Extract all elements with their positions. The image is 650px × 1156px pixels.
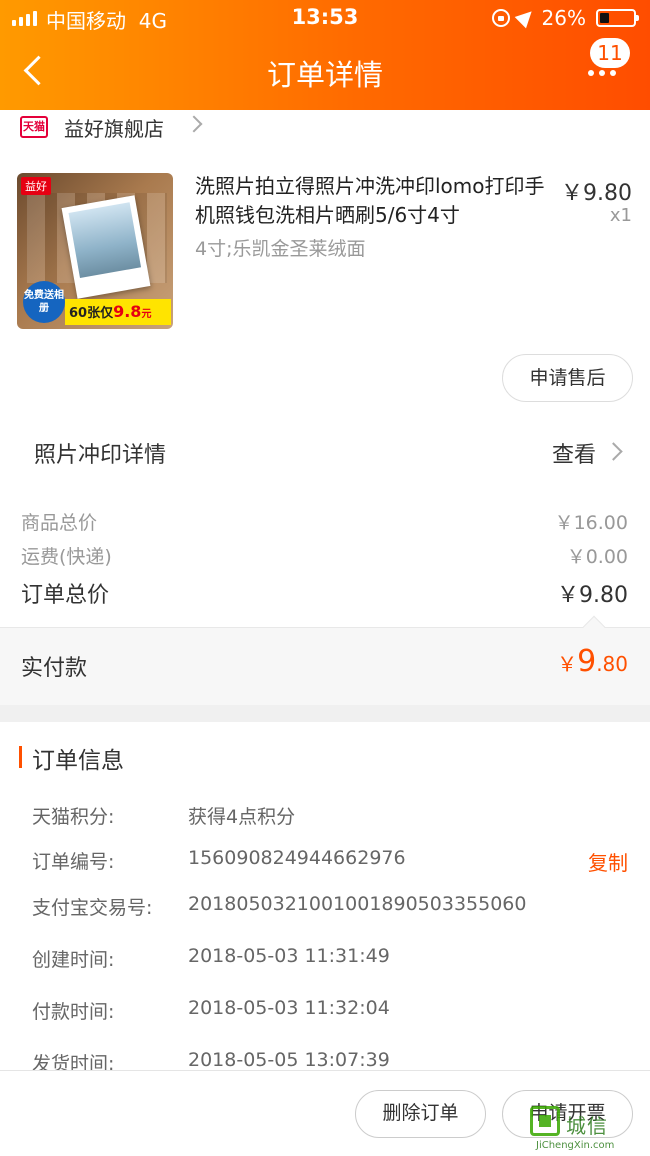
thumb-banner-prefix: 60张仅 — [69, 306, 114, 321]
info-row-created-time: 创建时间: 2018-05-03 11:31:49 — [0, 945, 650, 985]
copy-order-number-button[interactable]: 复制 — [588, 847, 628, 876]
paid-label: 实付款 — [21, 656, 88, 681]
paid-currency: ￥ — [557, 652, 578, 676]
order-total-label: 订单总价 — [21, 583, 110, 608]
product-title[interactable]: 洗照片拍立得照片冲洗冲印lomo打印手机照钱包洗相片晒刷5/6寸4寸 — [195, 172, 550, 230]
order-total-value: ￥9.80 — [557, 583, 628, 608]
watermark-logo-icon — [530, 1106, 560, 1136]
paid-integer: 9 — [577, 644, 597, 679]
info-row-points: 天猫积分: 获得4点积分 — [0, 802, 650, 842]
message-badge: 11 — [590, 38, 630, 68]
thumb-banner-unit: 元 — [141, 309, 152, 320]
thumb-free-album-badge: 免费送相册 — [23, 281, 65, 323]
product-price: ￥9.80 — [561, 181, 632, 206]
tmall-icon: 天猫 — [20, 116, 48, 138]
info-label: 付款时间: — [32, 1001, 115, 1023]
apply-aftersale-button[interactable]: 申请售后 — [502, 354, 633, 402]
page-title: 订单详情 — [266, 58, 383, 92]
info-label: 支付宝交易号: — [32, 897, 153, 919]
watermark-url: JiChengXin.com — [536, 1140, 615, 1151]
info-label: 订单编号: — [32, 851, 115, 873]
info-row-order-number: 订单编号: 156090824944662976 复制 — [0, 847, 650, 887]
product-image[interactable]: 益好 免费送相册 60张仅9.8元 — [17, 173, 173, 329]
info-value: 2018050321001001890503355060 — [188, 893, 527, 915]
thumb-polaroid — [61, 195, 151, 299]
goods-total-value: ￥16.00 — [554, 512, 628, 534]
info-value: 156090824944662976 — [188, 847, 406, 869]
info-row-paid-time: 付款时间: 2018-05-03 11:32:04 — [0, 997, 650, 1037]
order-info-header: 订单信息 — [0, 722, 650, 792]
thumb-price-banner: 60张仅9.8元 — [65, 299, 171, 325]
store-row[interactable]: 天猫 益好旗舰店 — [0, 110, 650, 144]
store-name: 益好旗舰店 — [64, 117, 164, 141]
paid-decimal: .80 — [596, 652, 628, 676]
shipping-label: 运费(快递) — [21, 546, 112, 568]
order-info-title: 订单信息 — [32, 748, 124, 774]
thumb-banner-price: 9.8 — [113, 302, 142, 321]
info-value: 获得4点积分 — [188, 806, 296, 828]
info-value: 2018-05-05 13:07:39 — [188, 1049, 390, 1071]
section-accent-bar — [19, 746, 22, 768]
rotation-lock-icon — [491, 9, 510, 27]
print-details-label: 照片冲印详情 — [34, 443, 167, 468]
print-details-view-link[interactable]: 查看 — [552, 437, 596, 469]
status-right: 26% — [491, 5, 639, 30]
product-sku: 4寸;乐凯金圣莱绒面 — [195, 238, 366, 260]
paid-box-notch — [582, 615, 606, 639]
more-dots-icon — [588, 70, 616, 76]
info-label: 天猫积分: — [32, 806, 115, 828]
print-details-row[interactable]: 照片冲印详情 查看 — [0, 420, 650, 484]
product-quantity: x1 — [609, 205, 632, 226]
battery-percent: 26% — [541, 6, 586, 30]
goods-total-label: 商品总价 — [21, 512, 98, 534]
watermark-text: 城信 — [566, 1114, 608, 1138]
thumb-brand-logo: 益好 — [21, 177, 51, 195]
status-bar: 中国移动 4G 13:53 26% — [0, 0, 650, 36]
location-icon — [514, 5, 537, 29]
chevron-right-icon — [604, 442, 623, 461]
chevron-right-icon — [185, 115, 203, 133]
info-label: 创建时间: — [32, 949, 115, 971]
watermark: 城信 JiChengXin.com — [530, 1104, 650, 1156]
battery-icon — [596, 9, 639, 27]
shipping-value: ￥0.00 — [566, 546, 628, 568]
section-divider — [0, 705, 650, 722]
delete-order-button[interactable]: 删除订单 — [355, 1090, 486, 1138]
info-row-alipay-trade-no: 支付宝交易号: 2018050321001001890503355060 — [0, 893, 650, 933]
info-value: 2018-05-03 11:32:04 — [188, 997, 390, 1019]
info-value: 2018-05-03 11:31:49 — [188, 945, 390, 967]
more-button[interactable]: 11 — [580, 38, 630, 88]
header: 中国移动 4G 13:53 26% 订单详情 11 — [0, 0, 650, 110]
paid-value: ￥9.80 — [557, 644, 628, 679]
paid-amount-box: 实付款 ￥9.80 — [0, 615, 650, 705]
